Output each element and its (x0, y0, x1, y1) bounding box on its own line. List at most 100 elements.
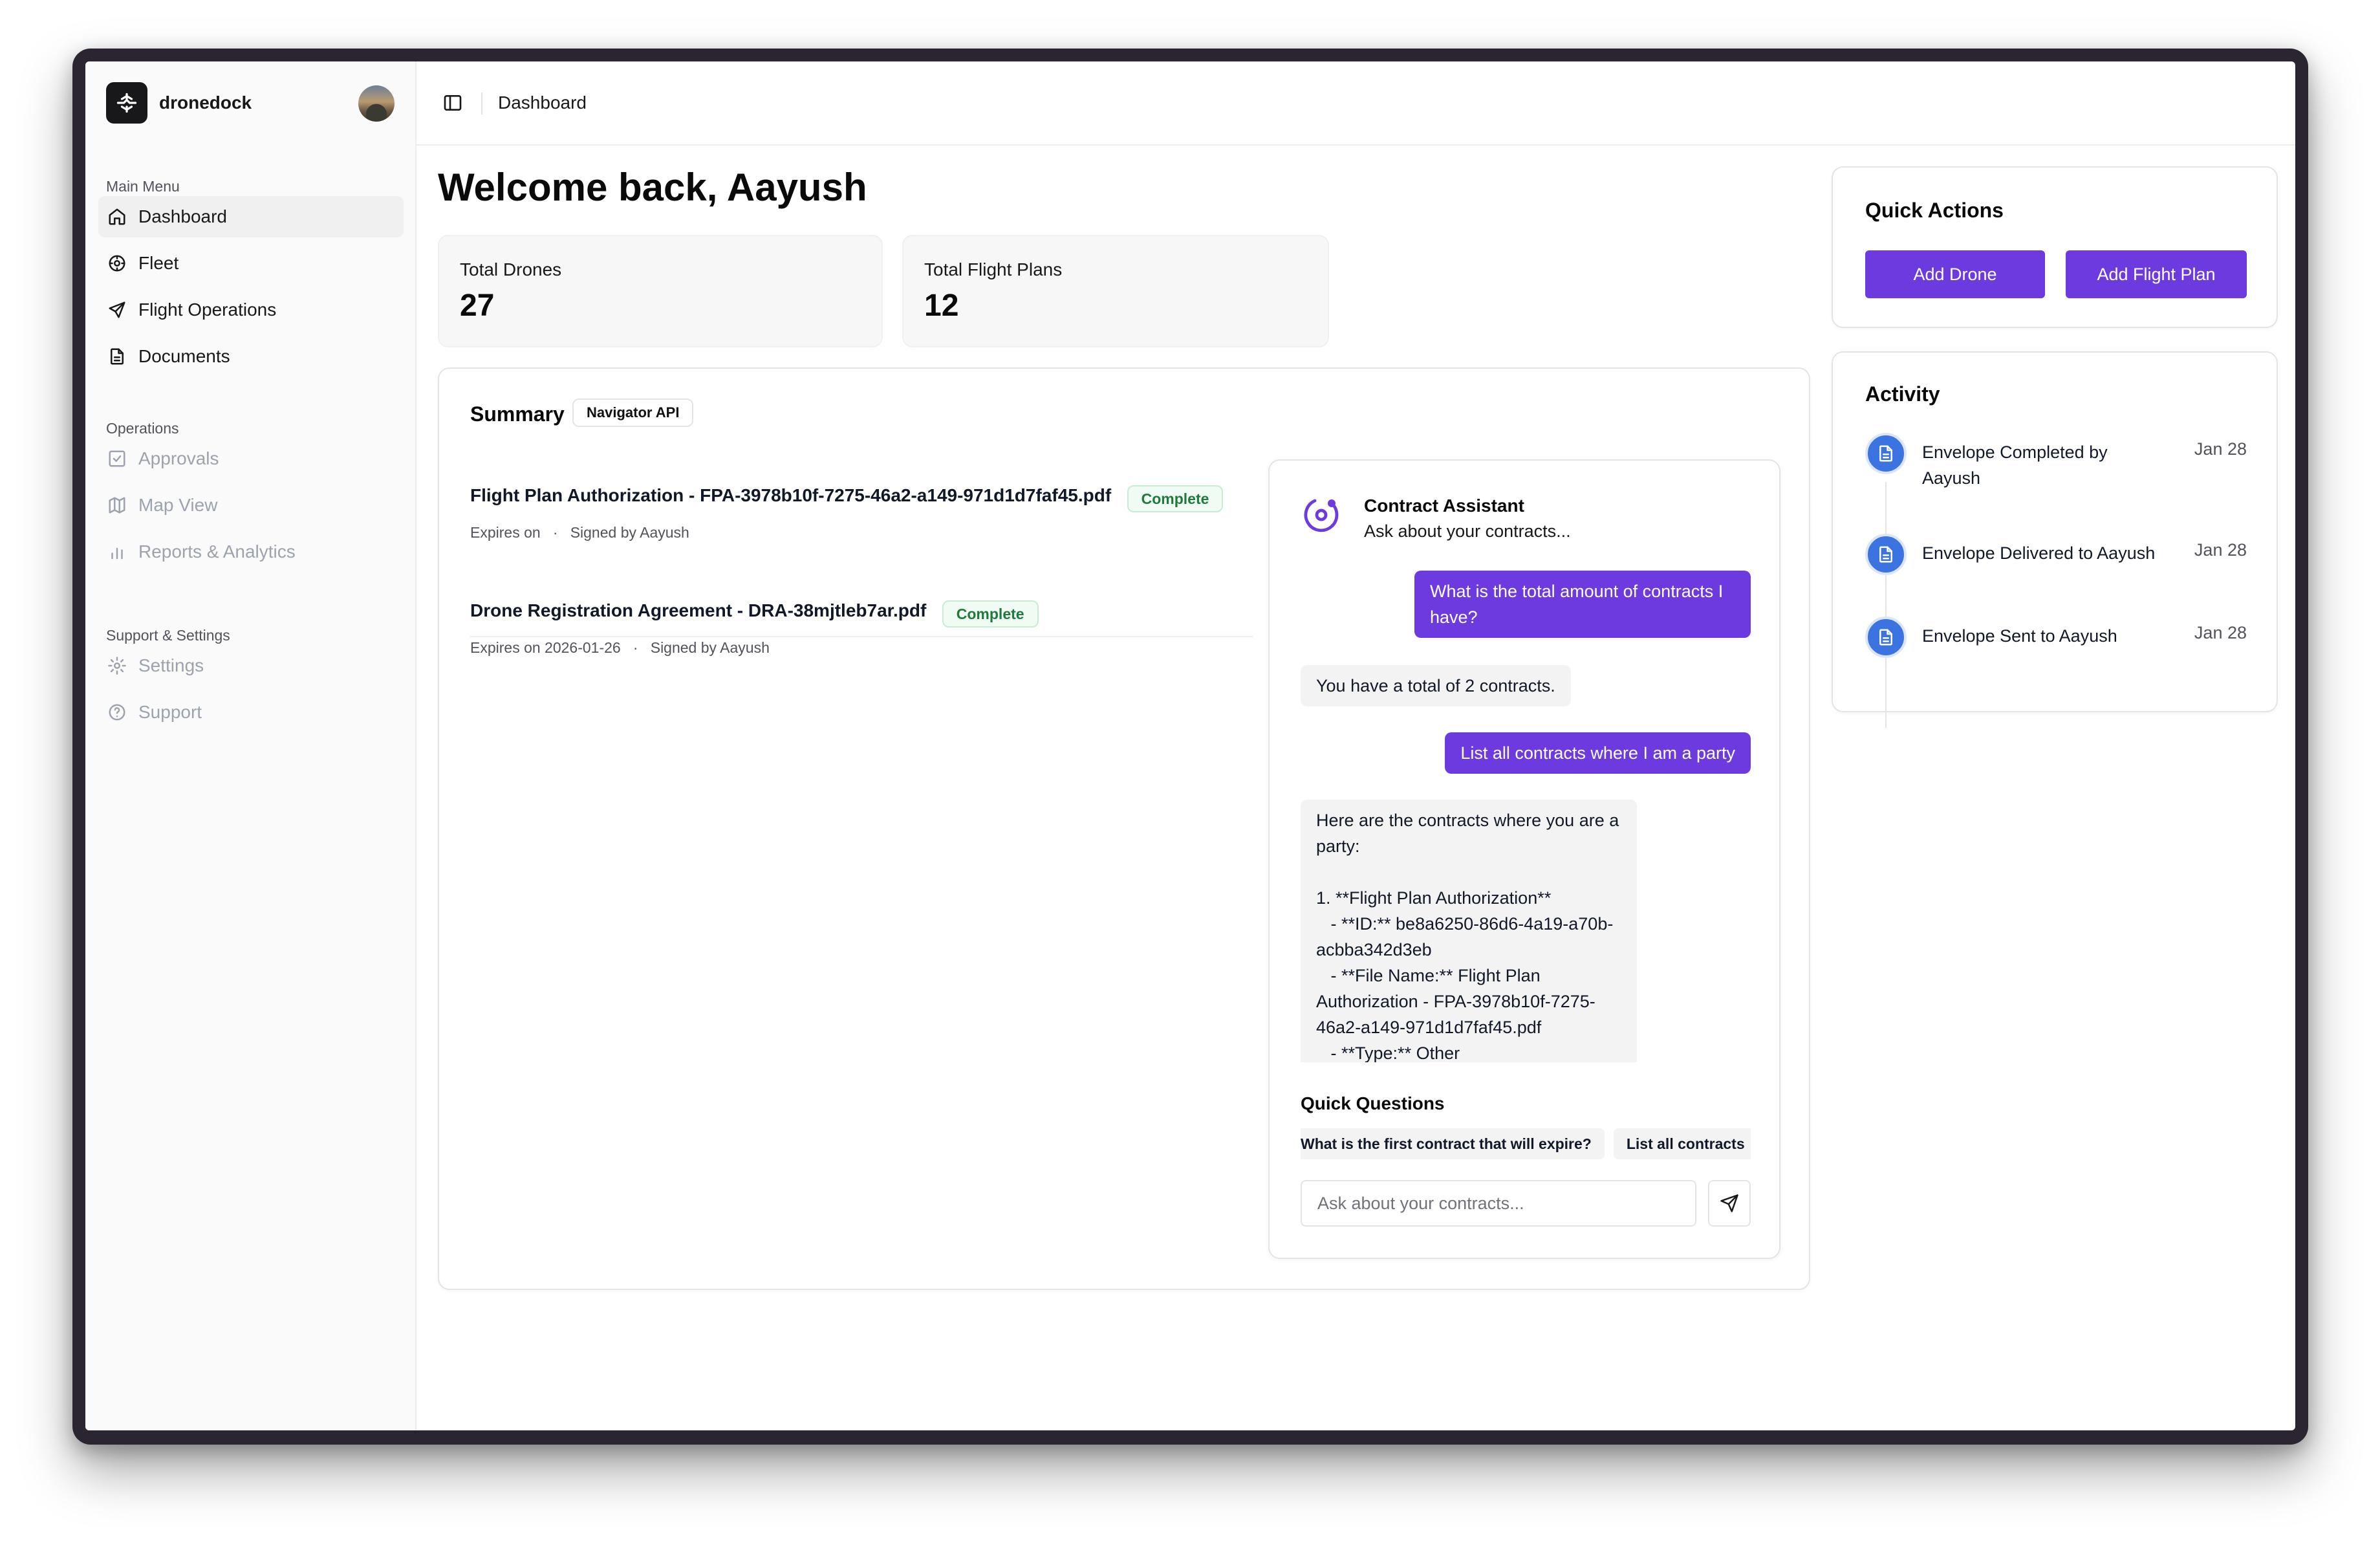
document-signed-by: Signed by Aayush (570, 524, 689, 541)
assistant-message: Here are the contracts where you are a p… (1301, 800, 1637, 1062)
stat-value: 12 (924, 289, 959, 323)
plane-icon (109, 301, 125, 318)
sidebar-item-fleet[interactable]: Fleet (98, 243, 404, 284)
document-icon (111, 348, 124, 365)
send-button[interactable] (1708, 1180, 1751, 1227)
send-icon (1720, 1194, 1738, 1212)
add-drone-button[interactable]: Add Drone (1865, 250, 2045, 298)
section-label-main-menu: Main Menu (106, 178, 180, 195)
status-badge: Complete (942, 600, 1039, 628)
activity-title: Activity (1865, 382, 1940, 406)
sidebar-item-flight-operations[interactable]: Flight Operations (98, 289, 404, 331)
add-flight-plan-button[interactable]: Add Flight Plan (2066, 250, 2247, 298)
document-row[interactable]: Flight Plan Authorization - FPA-3978b10f… (470, 485, 1246, 541)
header-divider (481, 93, 482, 115)
stat-value: 27 (460, 289, 495, 323)
document-meta: Expires on · Signed by Aayush (470, 524, 1246, 541)
section-label-operations: Operations (106, 420, 179, 437)
sidebar-item-support[interactable]: Support (98, 692, 404, 733)
chat-title: Contract Assistant (1364, 496, 1524, 516)
assistant-orbit-icon (1304, 499, 1339, 532)
sidebar-item-label: Map View (138, 495, 218, 515)
activity-text: Envelope Delivered to Aayush (1922, 543, 2156, 563)
page-title: Welcome back, Aayush (438, 166, 867, 209)
app-window: dronedock Main Menu Dashboard Fleet Flig… (85, 61, 2295, 1430)
sidebar-item-settings[interactable]: Settings (98, 645, 404, 686)
meta-separator: · (552, 524, 558, 541)
bar-chart-icon (111, 547, 123, 560)
quick-question-chip[interactable]: List all contracts (1613, 1128, 1751, 1159)
sidebar-item-label: Flight Operations (138, 300, 277, 320)
sidebar-item-label: Approvals (138, 448, 219, 468)
sidebar-item-approvals[interactable]: Approvals (98, 438, 404, 479)
chat-subtitle: Ask about your contracts... (1364, 521, 1571, 541)
fleet-icon (109, 255, 125, 272)
document-signed-by: Signed by Aayush (650, 639, 770, 656)
device-frame: dronedock Main Menu Dashboard Fleet Flig… (72, 49, 2308, 1445)
sidebar-item-label: Fleet (138, 253, 179, 273)
sidebar-toggle-icon[interactable] (442, 93, 463, 113)
activity-timeline (1885, 482, 1887, 728)
quick-actions-card: Quick Actions Add Drone Add Flight Plan (1832, 166, 2278, 328)
status-badge: Complete (1127, 485, 1224, 512)
sidebar: dronedock Main Menu Dashboard Fleet Flig… (85, 61, 416, 1430)
top-bar: Dashboard (416, 61, 2295, 146)
check-square-icon (109, 450, 125, 467)
message-list[interactable]: What is the total amount of contracts I … (1301, 571, 1751, 1062)
stat-card-total-drones: Total Drones 27 (438, 235, 883, 347)
document-title[interactable]: Flight Plan Authorization - FPA-3978b10f… (470, 485, 1111, 506)
activity-date: Jan 28 (2194, 623, 2247, 642)
activity-text: Envelope Completed by Aayush (1922, 443, 2108, 488)
envelope-document-icon (1865, 433, 1907, 474)
stat-label: Total Flight Plans (924, 259, 1063, 279)
document-row[interactable]: Drone Registration Agreement - DRA-38mjt… (470, 600, 1246, 657)
activity-date: Jan 28 (2194, 439, 2247, 459)
sidebar-item-dashboard[interactable]: Dashboard (98, 196, 404, 237)
activity-item[interactable]: Envelope Sent to Aayush Jan 28 (1865, 617, 2247, 662)
dronedock-logo-icon (106, 82, 147, 124)
avatar[interactable] (358, 85, 395, 122)
sidebar-item-map-view[interactable]: Map View (98, 485, 404, 526)
quick-questions-title: Quick Questions (1301, 1093, 1445, 1113)
stat-label: Total Drones (460, 259, 562, 279)
sidebar-item-label: Support (138, 702, 202, 722)
activity-item[interactable]: Envelope Delivered to Aayush Jan 28 (1865, 534, 2247, 579)
sidebar-item-label: Settings (138, 655, 204, 675)
sidebar-item-label: Reports & Analytics (138, 541, 296, 562)
activity-text: Envelope Sent to Aayush (1922, 626, 2117, 646)
user-message: What is the total amount of contracts I … (1414, 571, 1751, 638)
sidebar-item-documents[interactable]: Documents (98, 336, 404, 377)
chat-input[interactable] (1301, 1180, 1696, 1227)
breadcrumb: Dashboard (498, 93, 587, 113)
document-meta: Expires on 2026-01-26 · Signed by Aayush (470, 639, 1246, 657)
quick-actions-title: Quick Actions (1865, 199, 2004, 222)
gear-icon (108, 657, 126, 675)
sidebar-item-label: Documents (138, 346, 230, 366)
brand[interactable]: dronedock (106, 82, 252, 124)
sidebar-item-label: Dashboard (138, 206, 227, 226)
document-title[interactable]: Drone Registration Agreement - DRA-38mjt… (470, 600, 926, 621)
envelope-document-icon (1865, 534, 1907, 575)
summary-title: Summary (470, 402, 565, 426)
stat-card-total-flight-plans: Total Flight Plans 12 (902, 235, 1329, 347)
envelope-document-icon (1865, 617, 1907, 658)
section-label-support-settings: Support & Settings (106, 627, 230, 644)
help-circle-icon (109, 704, 125, 721)
quick-question-chip[interactable]: What is the first contract that will exp… (1301, 1128, 1605, 1159)
activity-card: Activity Envelope Completed by Aayush Ja… (1832, 351, 2278, 728)
meta-separator: · (633, 639, 638, 656)
activity-date: Jan 28 (2194, 540, 2247, 560)
contract-assistant-panel: Contract Assistant Ask about your contra… (1268, 459, 1780, 1259)
summary-card: Summary Navigator API Flight Plan Author… (438, 367, 1810, 1290)
brand-name: dronedock (159, 93, 252, 113)
activity-item[interactable]: Envelope Completed by Aayush Jan 28 (1865, 433, 2247, 491)
navigator-api-badge: Navigator API (572, 399, 694, 427)
document-expires: Expires on 2026-01-26 (470, 639, 621, 656)
assistant-message: You have a total of 2 contracts. (1301, 665, 1571, 706)
quick-questions-list[interactable]: What is the first contract that will exp… (1301, 1128, 1751, 1161)
user-message: List all contracts where I am a party (1445, 732, 1751, 774)
map-icon (109, 497, 125, 514)
document-expires: Expires on (470, 524, 541, 541)
sidebar-item-reports-analytics[interactable]: Reports & Analytics (98, 531, 404, 573)
home-icon (109, 208, 125, 225)
